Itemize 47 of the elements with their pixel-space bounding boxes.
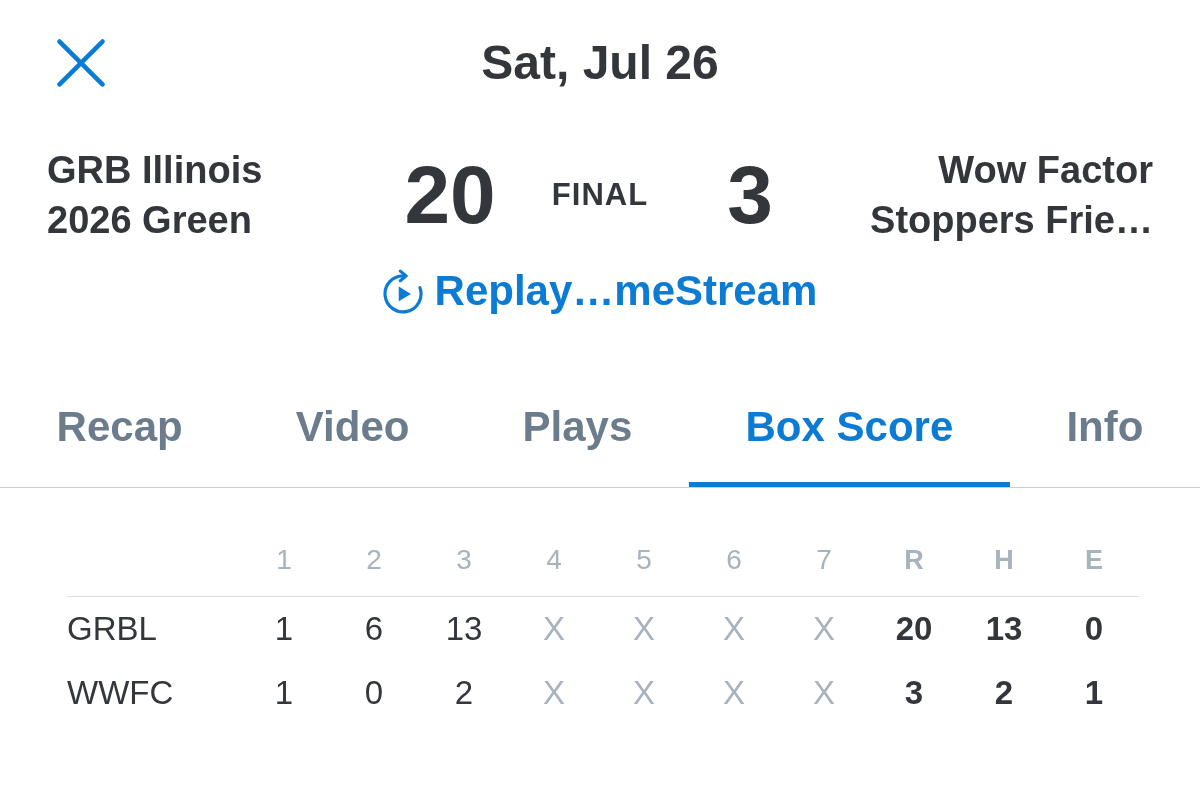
inning-score: X <box>813 674 835 712</box>
inning-score: X <box>723 610 745 648</box>
total-score: 1 <box>1084 674 1104 712</box>
game-status: FINAL <box>551 176 649 214</box>
team-name: Wow Factor Stoppers Frie… <box>870 148 1153 243</box>
inning-score: 2 <box>454 674 474 712</box>
inning-score: X <box>543 610 565 648</box>
inning-header: 4 <box>546 544 562 576</box>
total-score: 3 <box>904 674 924 712</box>
team-abbreviation: WWFC <box>67 674 174 712</box>
inning-header: 6 <box>726 544 742 576</box>
inning-header: 2 <box>366 544 382 576</box>
replay-link[interactable]: Replay…meStream <box>382 266 818 316</box>
close-button[interactable] <box>57 39 105 87</box>
tab[interactable]: Video <box>239 385 466 487</box>
inning-header: 1 <box>276 544 292 576</box>
team-score: 3 <box>727 150 773 240</box>
inning-header: 3 <box>456 544 472 576</box>
inning-score: X <box>633 610 655 648</box>
tab[interactable]: Box Score <box>688 385 1010 487</box>
inning-score: 13 <box>445 610 483 648</box>
date-title: Sat, Jul 26 <box>481 36 719 90</box>
inning-score: 6 <box>364 610 384 648</box>
inning-header: 7 <box>816 544 832 576</box>
inning-score: X <box>723 674 745 712</box>
total-header: R <box>904 544 924 576</box>
inning-header: 5 <box>636 544 652 576</box>
inning-score: X <box>633 674 655 712</box>
tab[interactable]: Info <box>1009 385 1200 487</box>
total-score: 0 <box>1084 610 1104 648</box>
total-header: E <box>1085 544 1103 576</box>
inning-score: 0 <box>364 674 384 712</box>
inning-score: X <box>543 674 565 712</box>
team-name: GRB Illinois 2026 Green <box>47 148 263 243</box>
replay-icon <box>382 268 423 314</box>
inning-score: X <box>813 610 835 648</box>
team-score: 20 <box>404 150 496 240</box>
close-icon <box>57 39 105 87</box>
inning-score: 1 <box>274 674 294 712</box>
tab[interactable]: Plays <box>466 385 689 487</box>
total-score: 2 <box>994 674 1014 712</box>
total-score: 20 <box>895 610 933 648</box>
inning-score: 1 <box>274 610 294 648</box>
total-header: H <box>994 544 1014 576</box>
team-abbreviation: GRBL <box>67 610 157 648</box>
tab[interactable]: Recap <box>0 385 240 487</box>
total-score: 13 <box>985 610 1023 648</box>
